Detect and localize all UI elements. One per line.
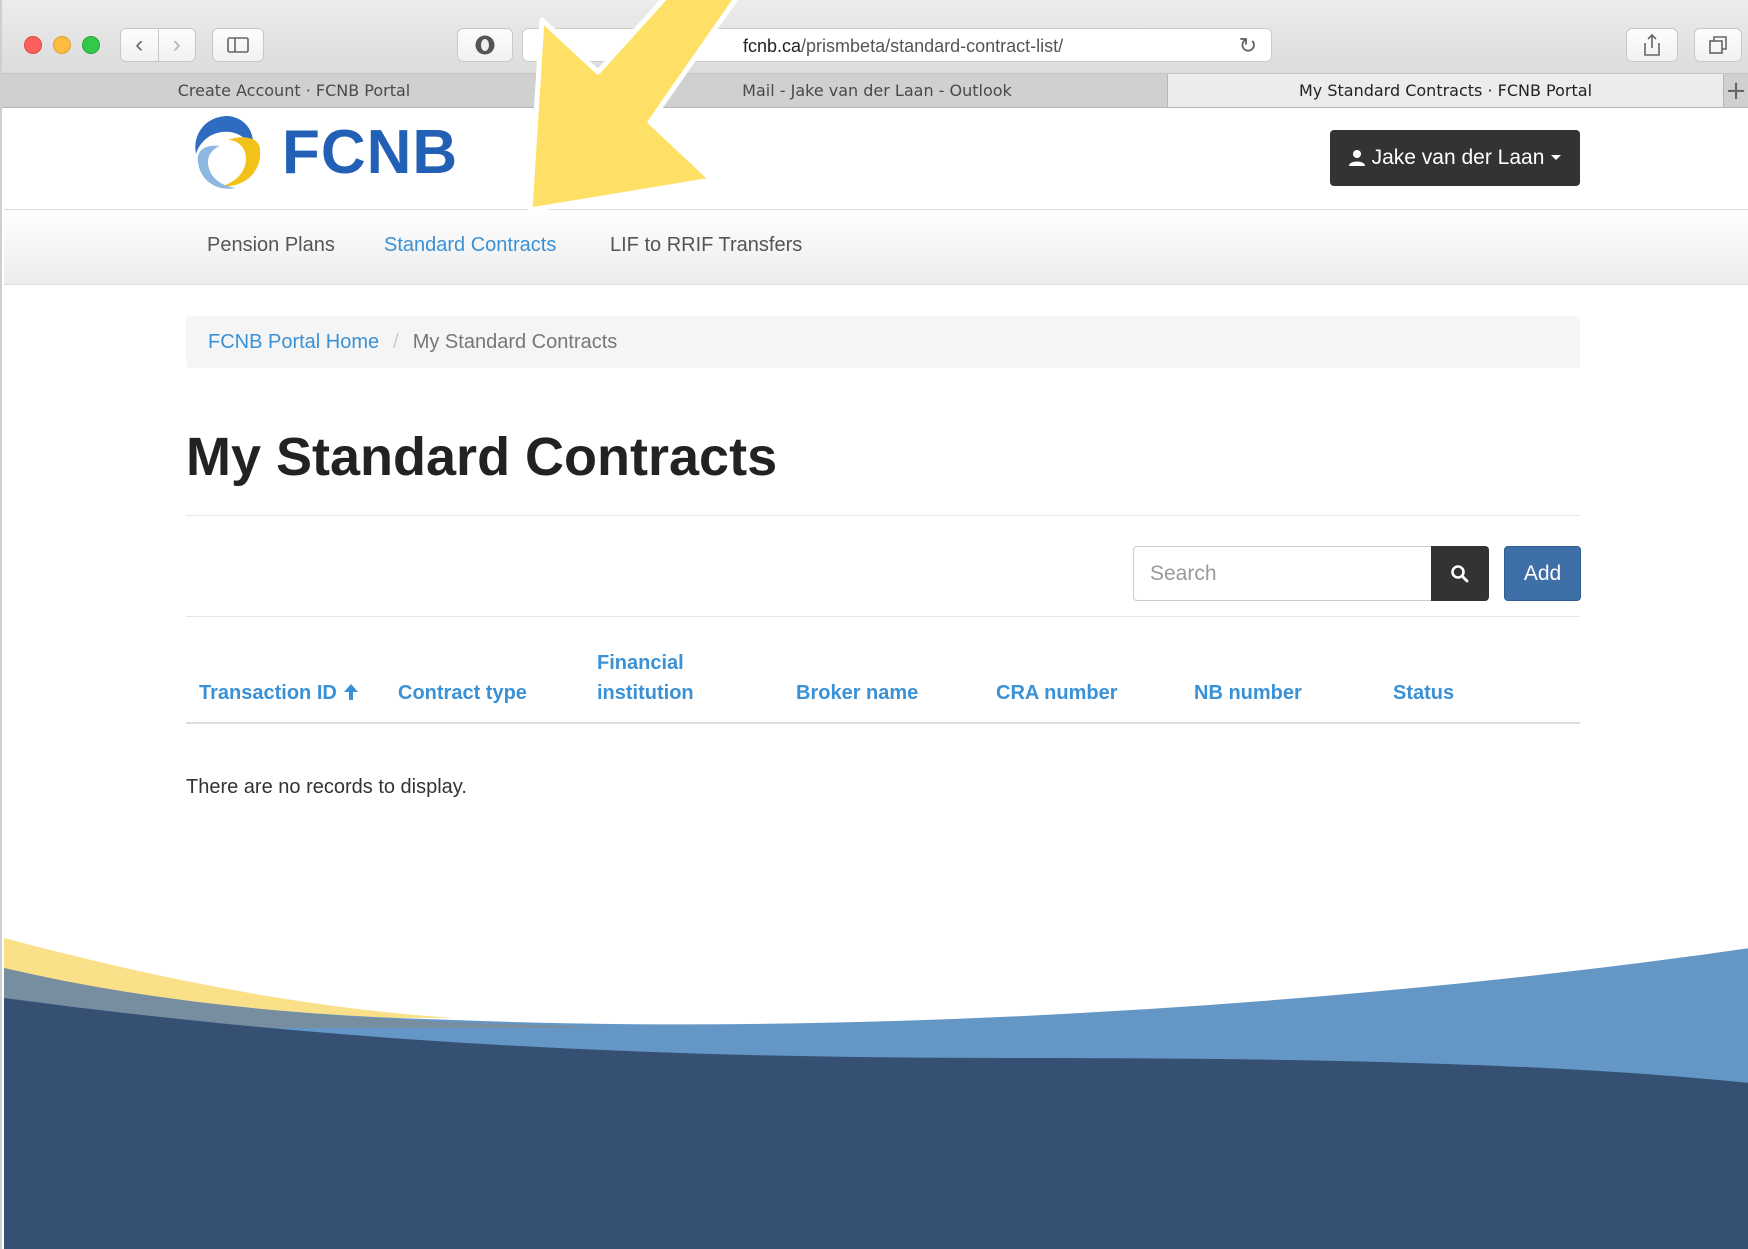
search-icon bbox=[1451, 564, 1469, 582]
column-header-broker-name[interactable]: Broker name bbox=[796, 678, 918, 708]
close-window-button[interactable] bbox=[24, 36, 42, 54]
tab-overview-button[interactable] bbox=[1694, 28, 1742, 62]
sort-ascending-icon bbox=[343, 684, 358, 700]
breadcrumb-home-link[interactable]: FCNB Portal Home bbox=[208, 331, 379, 354]
share-icon bbox=[1644, 33, 1660, 56]
tab-create-account[interactable]: Create Account · FCNB Portal bbox=[2, 74, 587, 107]
url-text: fcnb.ca/prismbeta/standard-contract-list… bbox=[743, 36, 1064, 56]
logo-text: FCNB bbox=[282, 117, 459, 187]
minimize-window-button[interactable] bbox=[53, 36, 71, 54]
browser-window: ‹ › fcnb.ca/prismbeta/standard-contract-… bbox=[0, 0, 1748, 1249]
tabs-icon bbox=[1709, 36, 1727, 54]
tab-bar: Create Account · FCNB Portal Mail - Jake… bbox=[2, 74, 1748, 108]
back-icon[interactable]: ‹ bbox=[121, 29, 158, 61]
page-content: FCNB Jake van der Laan Pension Plans Sta… bbox=[4, 108, 1748, 1249]
breadcrumb-separator: / bbox=[393, 330, 399, 353]
history-navigation: ‹ › bbox=[120, 28, 196, 62]
reload-icon[interactable]: ↻ bbox=[1239, 33, 1257, 59]
title-divider bbox=[186, 515, 1580, 516]
user-name: Jake van der Laan bbox=[1371, 146, 1545, 169]
search-button[interactable] bbox=[1431, 546, 1489, 601]
site-header: FCNB Jake van der Laan bbox=[4, 108, 1748, 210]
fcnb-logo[interactable]: FCNB bbox=[186, 110, 458, 194]
fcnb-swirl-logo-icon bbox=[195, 116, 261, 189]
add-button[interactable]: Add bbox=[1504, 546, 1581, 601]
zoom-window-button[interactable] bbox=[82, 36, 100, 54]
share-button[interactable] bbox=[1626, 28, 1678, 62]
annotation-arrow-icon bbox=[527, 0, 739, 213]
toolbar-divider bbox=[186, 616, 1580, 617]
table-header: Transaction ID Contract type Financial i… bbox=[186, 628, 1580, 724]
search-field[interactable] bbox=[1133, 546, 1431, 601]
user-menu-button[interactable]: Jake van der Laan bbox=[1330, 130, 1580, 186]
column-header-transaction-id[interactable]: Transaction ID bbox=[199, 678, 359, 708]
sidebar-icon bbox=[227, 37, 249, 53]
nav-lif-to-rrif-transfers[interactable]: LIF to RRIF Transfers bbox=[610, 234, 802, 257]
caret-down-icon bbox=[1551, 155, 1562, 160]
sidebar-toggle-button[interactable] bbox=[212, 28, 264, 62]
forward-icon[interactable]: › bbox=[157, 29, 196, 61]
column-header-financial-institution[interactable]: Financial institution bbox=[597, 648, 707, 708]
main-navigation: Pension Plans Standard Contracts LIF to … bbox=[4, 210, 1748, 285]
tab-my-standard-contracts[interactable]: My Standard Contracts · FCNB Portal bbox=[1168, 74, 1724, 107]
column-header-status[interactable]: Status bbox=[1393, 678, 1454, 708]
footer-wave-decoration bbox=[4, 938, 1748, 1249]
new-tab-button[interactable]: + bbox=[1724, 74, 1748, 107]
column-header-contract-type[interactable]: Contract type bbox=[398, 678, 527, 708]
browser-toolbar: ‹ › fcnb.ca/prismbeta/standard-contract-… bbox=[2, 0, 1748, 74]
empty-table-message: There are no records to display. bbox=[186, 776, 467, 798]
shield-icon bbox=[475, 35, 495, 55]
nav-pension-plans[interactable]: Pension Plans bbox=[207, 234, 335, 257]
breadcrumb-current: My Standard Contracts bbox=[412, 330, 618, 353]
page-title: My Standard Contracts bbox=[186, 427, 778, 487]
nav-standard-contracts[interactable]: Standard Contracts bbox=[384, 234, 556, 257]
breadcrumb: FCNB Portal Home / My Standard Contracts bbox=[186, 316, 1580, 368]
user-icon bbox=[1348, 150, 1365, 166]
search-input[interactable] bbox=[1134, 547, 1431, 600]
column-header-cra-number[interactable]: CRA number bbox=[996, 678, 1117, 708]
column-header-nb-number[interactable]: NB number bbox=[1194, 678, 1302, 708]
